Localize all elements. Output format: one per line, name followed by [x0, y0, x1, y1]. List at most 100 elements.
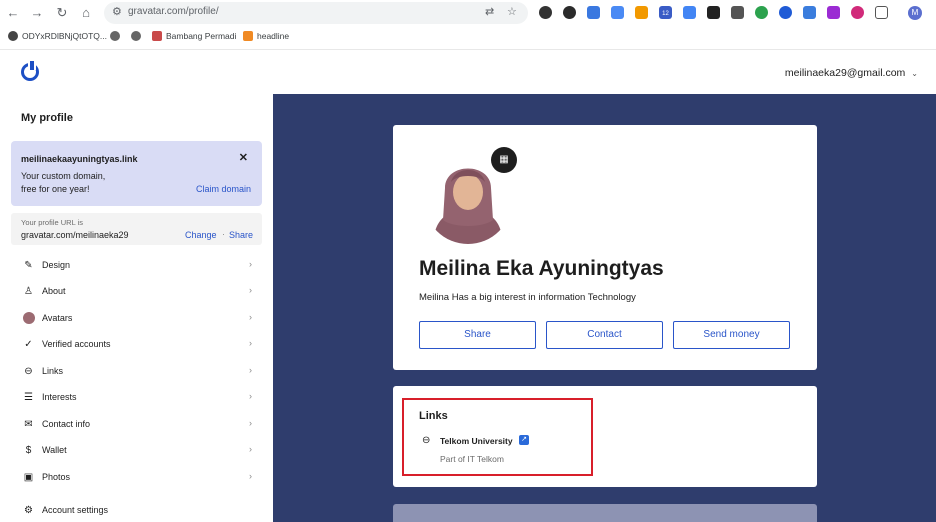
- browser-chrome: ← → ↻ ⌂ ⚙ gravatar.com/profile/ ⇄ ☆ 12 M…: [0, 0, 936, 50]
- extension-icon[interactable]: 12: [659, 6, 672, 19]
- gear-icon: ⚙: [24, 505, 33, 516]
- site-info-icon[interactable]: ⚙: [112, 5, 122, 18]
- bookmark-item[interactable]: ODYxRDlBNjQtOTQ...: [8, 31, 107, 41]
- highlight-box: [402, 398, 593, 476]
- forward-icon[interactable]: →: [28, 4, 46, 22]
- bookmark-label: Bambang Permadi: [166, 31, 237, 41]
- extensions-puzzle-icon[interactable]: [875, 6, 888, 19]
- extension-icon[interactable]: [683, 6, 696, 19]
- chevron-right-icon: ›: [249, 285, 252, 295]
- photo-icon: ▣: [23, 472, 34, 483]
- bookmark-star-icon[interactable]: ☆: [507, 5, 517, 18]
- gravatar-logo-icon[interactable]: [21, 61, 39, 81]
- extension-icon[interactable]: [587, 6, 600, 19]
- profile-url-value: gravatar.com/meilinaeka29: [21, 230, 129, 240]
- sidebar-item-label: Verified accounts: [42, 339, 111, 349]
- domain-promo: meilinaekaayuningtyas.link ✕ Your custom…: [11, 141, 262, 206]
- profile-preview: ▦ Meilina Eka Ayuningtyas Meilina Has a …: [273, 94, 936, 522]
- close-icon[interactable]: ✕: [239, 151, 248, 164]
- bookmark-label: ODYxRDlBNjQtOTQ...: [22, 31, 108, 41]
- claim-domain-link[interactable]: Claim domain: [196, 184, 251, 194]
- sidebar-item-label: Avatars: [42, 313, 73, 323]
- sidebar-item-label: About: [42, 286, 66, 296]
- globe-icon: [110, 31, 120, 41]
- change-url-link[interactable]: Change: [185, 230, 217, 240]
- contact-button[interactable]: Contact: [546, 321, 663, 349]
- address-bar[interactable]: ⚙ gravatar.com/profile/ ⇄ ☆: [104, 2, 528, 24]
- promo-domain: meilinaekaayuningtyas.link: [21, 154, 138, 164]
- extension-badge: 12: [662, 11, 669, 17]
- verified-icon: ✓: [24, 339, 33, 350]
- extension-icon[interactable]: [851, 6, 864, 19]
- chevron-right-icon: ›: [249, 338, 252, 348]
- extension-shield-icon[interactable]: [539, 6, 552, 19]
- rss-extension-icon[interactable]: [635, 6, 648, 19]
- address-url[interactable]: gravatar.com/profile/: [128, 6, 219, 17]
- extension-icon[interactable]: [779, 6, 792, 19]
- sidebar-item-avatars[interactable]: Avatars ›: [11, 309, 262, 329]
- bookmark-favicon-icon: [243, 31, 253, 41]
- chevron-right-icon: ›: [249, 418, 252, 428]
- wallet-icon: $: [25, 445, 32, 456]
- bookmark-favicon-icon: [152, 31, 162, 41]
- browser-profile-avatar[interactable]: M: [908, 6, 922, 20]
- bookmark-item[interactable]: [131, 31, 145, 41]
- extension-icon[interactable]: [755, 6, 768, 19]
- account-email: meilinaeka29@gmail.com: [784, 67, 906, 79]
- back-icon[interactable]: ←: [4, 4, 22, 22]
- extension-icon[interactable]: [731, 6, 744, 19]
- sidebar-item-label: Design: [42, 260, 71, 270]
- profile-url-label: Your profile URL is: [21, 218, 83, 227]
- sidebar-item-interests[interactable]: ☰ Interests ›: [11, 388, 262, 408]
- sidebar-item-label: Links: [42, 366, 64, 376]
- chevron-down-icon: ⌄: [911, 69, 918, 78]
- sidebar-item-label: Account settings: [42, 505, 109, 515]
- bookmark-item[interactable]: [110, 31, 124, 41]
- chevron-right-icon: ›: [249, 259, 252, 269]
- sidebar-item-contact-info[interactable]: ✉ Contact info ›: [11, 415, 262, 435]
- bookmark-label: headline: [257, 31, 290, 41]
- bookmark-favicon-icon: [8, 31, 18, 41]
- sidebar-item-about[interactable]: ♙ About ›: [11, 282, 262, 302]
- bookmark-item[interactable]: Bambang Permadi: [152, 31, 236, 41]
- sidebar-item-wallet[interactable]: $ Wallet ›: [11, 441, 262, 461]
- reload-icon[interactable]: ↻: [53, 4, 71, 22]
- link-icon: ⊖: [24, 366, 33, 377]
- chevron-right-icon: ›: [249, 391, 252, 401]
- translate-icon[interactable]: ⇄: [485, 5, 494, 18]
- extension-icon[interactable]: [611, 6, 624, 19]
- profile-url-box: Your profile URL is gravatar.com/meilina…: [11, 213, 262, 245]
- promo-text: Your custom domain,: [21, 171, 106, 181]
- home-icon[interactable]: ⌂: [77, 4, 95, 22]
- share-button[interactable]: Share: [419, 321, 536, 349]
- sidebar-item-verified-accounts[interactable]: ✓ Verified accounts ›: [11, 335, 262, 355]
- sidebar: My profile meilinaekaayuningtyas.link ✕ …: [0, 94, 272, 522]
- sidebar-item-design[interactable]: ✎ Design ›: [11, 256, 262, 276]
- sidebar-title: My profile: [21, 112, 73, 124]
- bookmarks-bar: ODYxRDlBNjQtOTQ... Bambang Permadi headl…: [0, 27, 936, 47]
- send-money-button[interactable]: Send money: [673, 321, 790, 349]
- share-url-link[interactable]: Share: [229, 230, 253, 240]
- chevron-right-icon: ›: [249, 365, 252, 375]
- extension-icon[interactable]: [563, 6, 576, 19]
- globe-icon: [131, 31, 141, 41]
- browser-profile-initial: M: [911, 8, 919, 17]
- interests-icon: ☰: [24, 392, 33, 403]
- account-menu[interactable]: meilinaeka29@gmail.com ⌄: [785, 67, 918, 79]
- sidebar-item-photos[interactable]: ▣ Photos ›: [11, 468, 262, 488]
- person-icon: ♙: [24, 286, 33, 297]
- chevron-right-icon: ›: [249, 471, 252, 481]
- profile-name: Meilina Eka Ayuningtyas: [419, 257, 664, 280]
- sidebar-item-label: Contact info: [42, 419, 91, 429]
- sidebar-item-label: Interests: [42, 392, 77, 402]
- mail-icon: ✉: [24, 419, 33, 430]
- extension-icon[interactable]: [803, 6, 816, 19]
- extension-icon[interactable]: [827, 6, 840, 19]
- bookmark-item[interactable]: headline: [243, 31, 289, 41]
- qr-code-icon[interactable]: ▦: [491, 147, 517, 173]
- browser-toolbar: ← → ↻ ⌂ ⚙ gravatar.com/profile/ ⇄ ☆ 12 M: [0, 0, 936, 26]
- next-card: [393, 504, 817, 522]
- sidebar-item-links[interactable]: ⊖ Links ›: [11, 362, 262, 382]
- extension-icon[interactable]: [707, 6, 720, 19]
- sidebar-item-account-settings[interactable]: ⚙ Account settings: [11, 501, 262, 521]
